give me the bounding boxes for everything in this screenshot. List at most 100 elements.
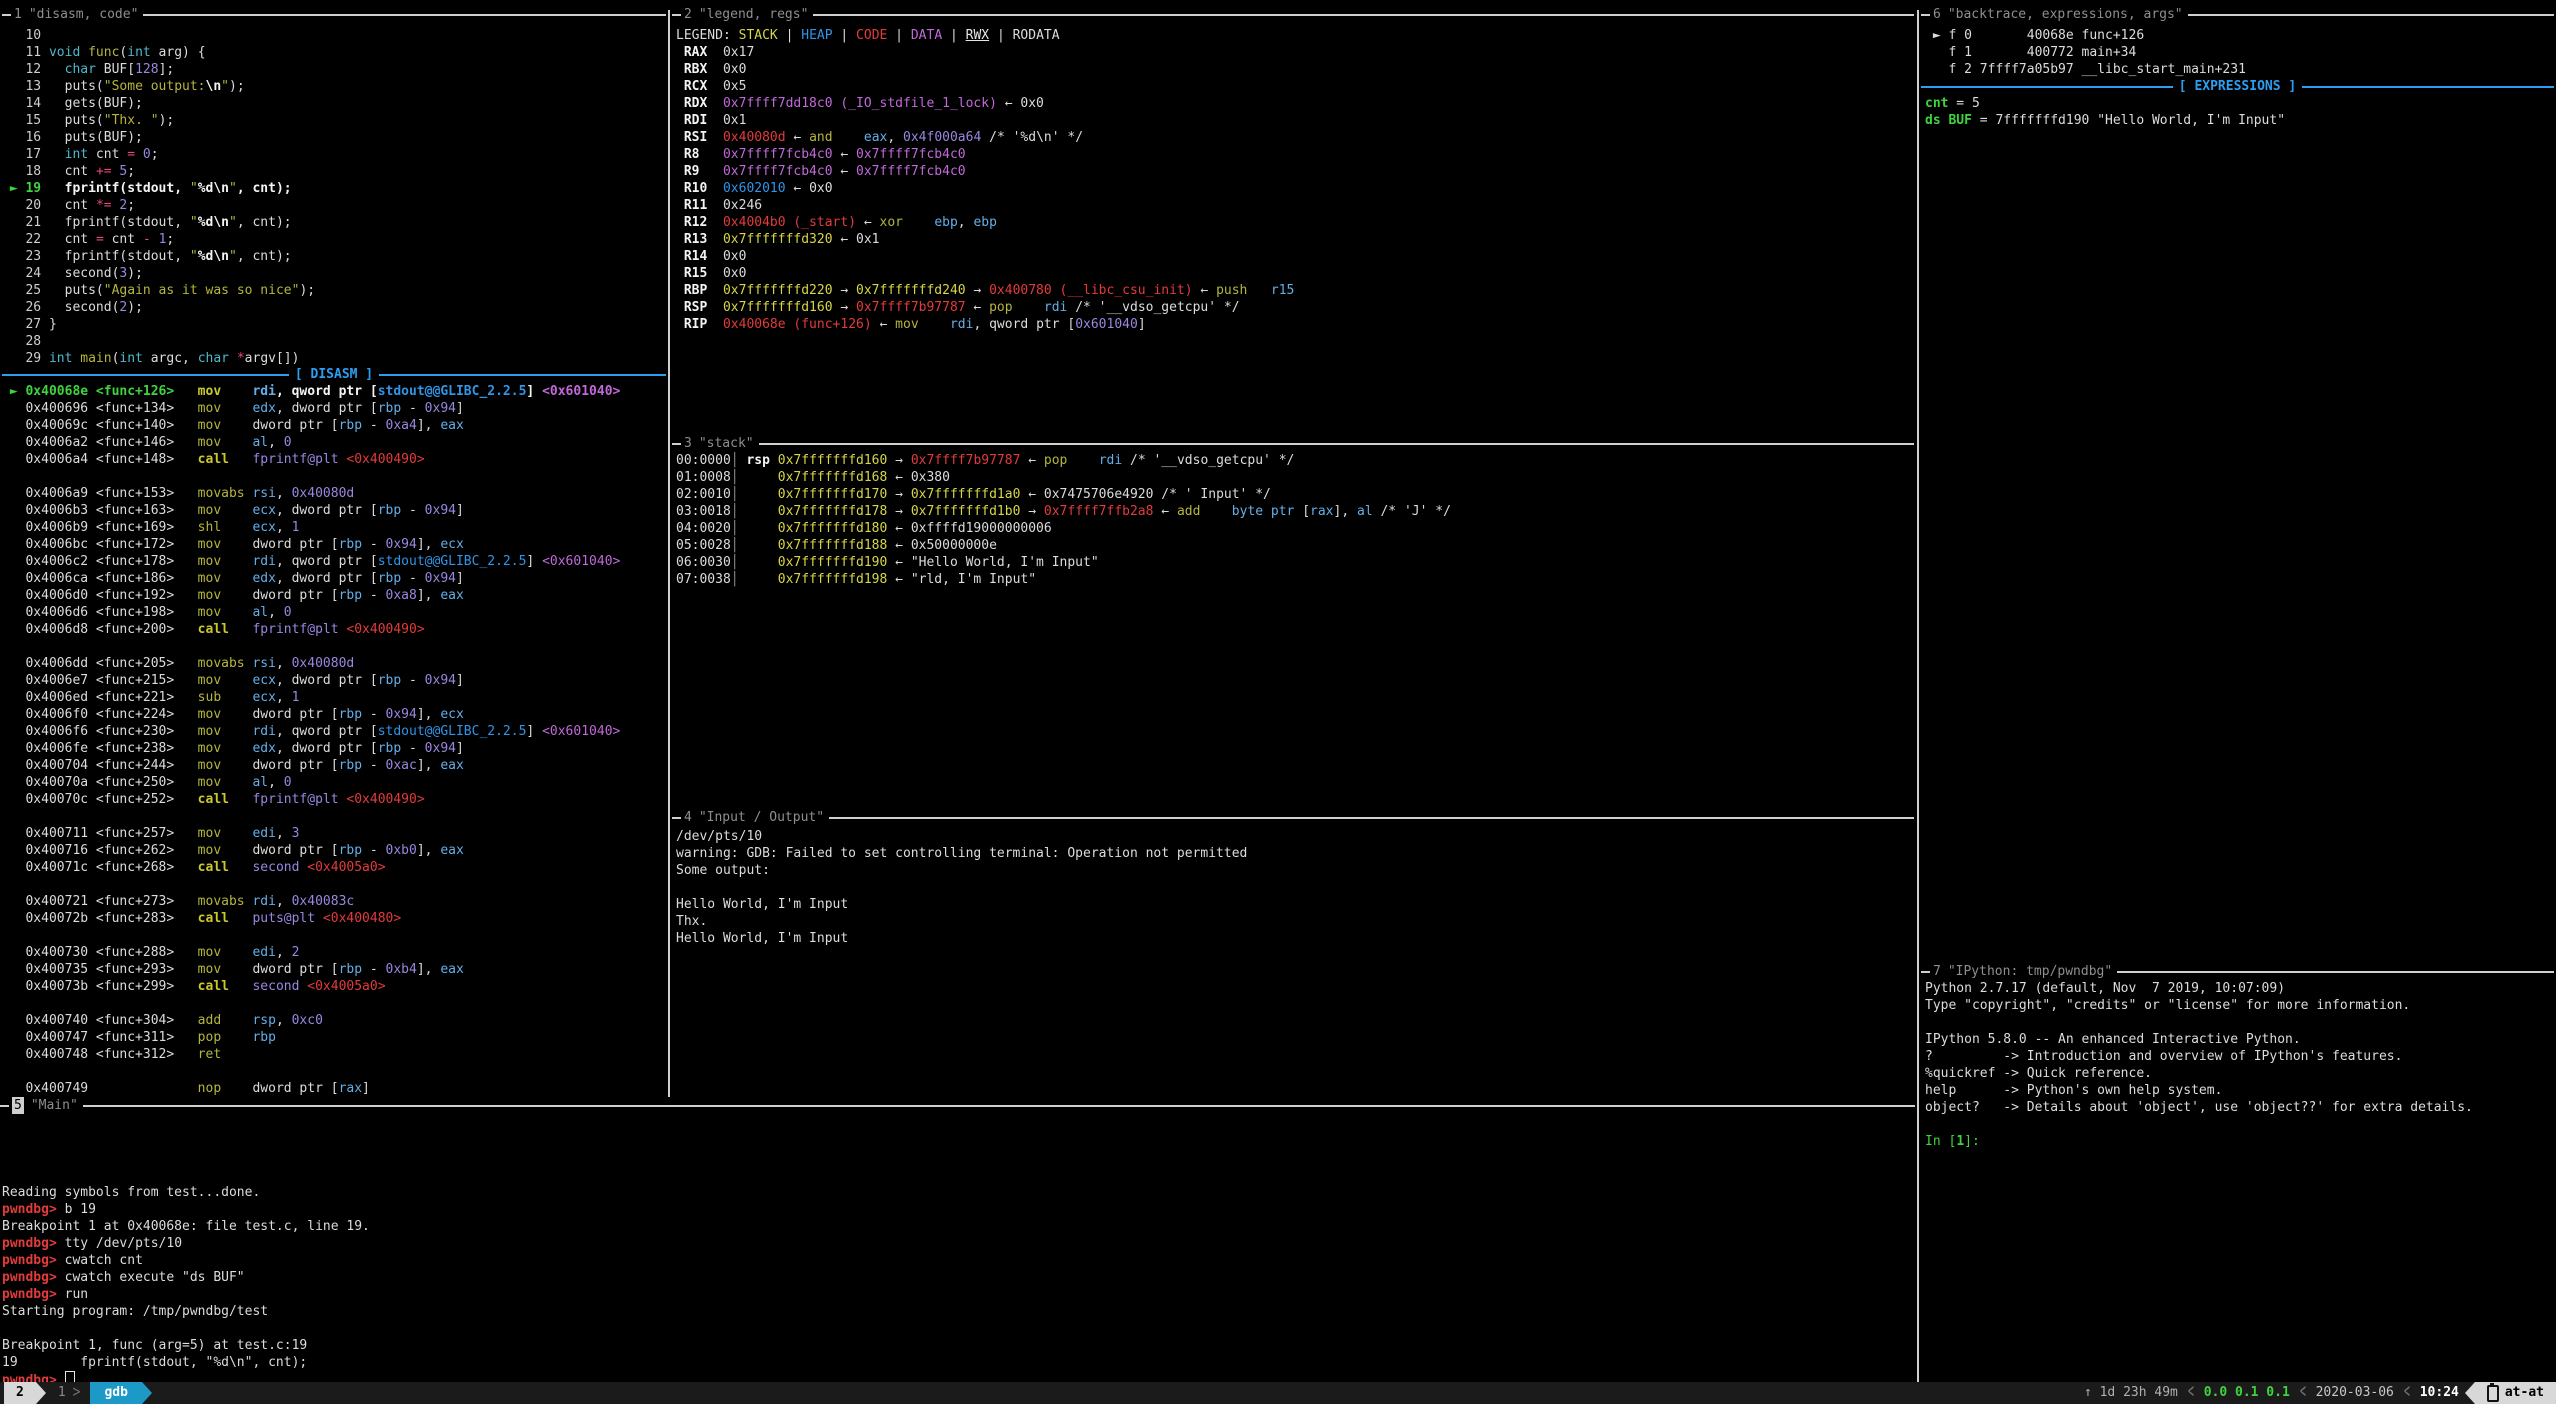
- text-segment: ]: [456, 571, 464, 586]
- text-segment: stdout@@GLIBC_2.2.5: [378, 724, 527, 739]
- pane-border-vertical-right[interactable]: [1917, 10, 1919, 1382]
- text-segment: edi: [252, 826, 275, 841]
- text-segment: rbp: [339, 588, 362, 603]
- stack-line: 04:0020│ 0x7fffffffd180 ← 0xffffd1900000…: [676, 520, 1914, 537]
- io-pane[interactable]: /dev/pts/10warning: GDB: Failed to set c…: [676, 828, 1914, 947]
- text-segment: [221, 384, 252, 399]
- registers-pane[interactable]: LEGEND: STACK | HEAP | CODE | DATA | RWX…: [676, 27, 1914, 333]
- text-segment: =: [96, 232, 104, 247]
- text-segment: 15: [2, 113, 49, 128]
- ipython-line: IPython 5.8.0 -- An enhanced Interactive…: [1925, 1031, 2554, 1048]
- load-average: 0.0 0.1 0.1: [2204, 1382, 2290, 1404]
- text-segment: fprintf@plt: [252, 792, 346, 807]
- text-segment: ← "Hello World, I'm Input": [887, 555, 1098, 570]
- text-segment: 0x94: [425, 571, 456, 586]
- text-segment: [1013, 300, 1044, 315]
- text-segment: ←: [966, 300, 989, 315]
- uptime: ↑ 1d 23h 49m: [2084, 1382, 2178, 1404]
- source-line: 21 fprintf(stdout, "%d\n", cnt);: [2, 214, 666, 231]
- pane-number: 7: [1933, 963, 1941, 980]
- text-segment: R12: [676, 215, 723, 230]
- text-segment: ebp: [973, 215, 996, 230]
- text-segment: RAX: [676, 45, 723, 60]
- pane-border-vertical-left[interactable]: [668, 10, 670, 1097]
- text-segment: ,: [268, 435, 284, 450]
- disasm-line: 0x400747 <func+311> pop rbp: [2, 1029, 666, 1046]
- text-segment: 17: [2, 147, 49, 162]
- text-segment: char: [65, 62, 96, 77]
- disasm-line: 0x40070c <func+252> call fprintf@plt <0x…: [2, 791, 666, 808]
- text-segment: 0: [284, 435, 292, 450]
- text-segment: RSP: [676, 300, 723, 315]
- disasm-section-header: [ DISASM ]: [2, 366, 666, 383]
- register-line: RCX 0x5: [676, 78, 1914, 95]
- disasm-line: 0x40069c <func+140> mov dword ptr [rbp -…: [2, 417, 666, 434]
- text-segment: }: [49, 317, 57, 332]
- text-segment: 2: [292, 945, 300, 960]
- expressions-pane[interactable]: cnt = 5ds BUF = 7fffffffd190 "Hello Worl…: [1925, 95, 2554, 129]
- text-segment: mov: [198, 418, 221, 433]
- text-segment: eax: [864, 130, 887, 145]
- text-segment: ecx: [440, 707, 463, 722]
- ipython-line: [1925, 1014, 2554, 1031]
- text-segment: 0x40073b <func+299>: [2, 979, 198, 994]
- text-segment: 03:0018: [676, 504, 731, 519]
- text-segment: [229, 792, 252, 807]
- source-line: 29 int main(int argc, char *argv[]): [2, 350, 666, 367]
- text-segment: ? -> Introduction and overview of IPytho…: [1925, 1049, 2402, 1064]
- text-segment: 0x400749: [2, 1081, 198, 1096]
- text-segment: -: [401, 673, 424, 688]
- session-indicator[interactable]: 2: [4, 1382, 36, 1404]
- gdb-console-pane[interactable]: Reading symbols from test...done. pwndbg>…: [2, 1184, 1912, 1388]
- gdb-line: Reading symbols from test...done.: [2, 1184, 1912, 1201]
- text-segment: [229, 351, 237, 366]
- text-segment: call: [198, 979, 229, 994]
- text-segment: 0x0: [723, 249, 746, 264]
- text-segment: ],: [417, 588, 440, 603]
- border-dash: [672, 14, 681, 16]
- text-segment: mov: [198, 571, 221, 586]
- text-segment: mov: [198, 724, 221, 739]
- text-segment: 0x601040: [1075, 317, 1138, 332]
- backtrace-frame: ► f 0 40068e func+126: [1925, 27, 2554, 44]
- text-segment: rdi: [252, 724, 275, 739]
- text-segment: -: [401, 571, 424, 586]
- text-segment: 0x0: [723, 62, 746, 77]
- window-name-gdb[interactable]: gdb: [90, 1382, 141, 1404]
- gdb-line: Breakpoint 1 at 0x40068e: file test.c, l…: [2, 1218, 1912, 1235]
- text-segment: [1067, 453, 1098, 468]
- text-segment: rsi: [252, 486, 275, 501]
- text-segment: │: [731, 555, 739, 570]
- text-segment: ,: [276, 945, 292, 960]
- text-segment: 0x94: [425, 741, 456, 756]
- text-segment: Reading symbols from test...done.: [2, 1185, 260, 1200]
- source-code-pane[interactable]: 10 11 void func(int arg) { 12 char BUF[1…: [2, 27, 666, 367]
- text-segment: mov: [198, 707, 221, 722]
- text-segment: RIP: [676, 317, 723, 332]
- text-segment: fprintf@plt: [252, 622, 346, 637]
- text-segment: cnt: [49, 198, 96, 213]
- text-segment: →: [833, 300, 856, 315]
- text-segment: ←: [1153, 504, 1176, 519]
- text-segment: rdi: [1044, 300, 1067, 315]
- border-dash: [672, 817, 681, 819]
- text-segment: stdout@@GLIBC_2.2.5: [378, 384, 527, 399]
- disasm-pane[interactable]: ► 0x40068e <func+126> mov rdi, qword ptr…: [2, 383, 666, 1097]
- ipython-pane[interactable]: Python 2.7.17 (default, Nov 7 2019, 10:0…: [1925, 980, 2554, 1150]
- backtrace-pane[interactable]: ► f 0 40068e func+126 f 1 400772 main+34…: [1925, 27, 2554, 78]
- disasm-line: 0x4006c2 <func+178> mov rdi, qword ptr […: [2, 553, 666, 570]
- text-segment: -: [362, 962, 385, 977]
- stack-pane[interactable]: 00:0000│ rsp 0x7fffffffd160 → 0x7ffff7b9…: [676, 452, 1914, 588]
- text-segment: Hello World, I'm Input: [676, 897, 848, 912]
- source-line: 26 second(2);: [2, 299, 666, 316]
- gdb-line: pwndbg> run: [2, 1286, 1912, 1303]
- text-segment: add: [198, 1013, 221, 1028]
- text-segment: =: [127, 147, 135, 162]
- text-segment: 1: [292, 520, 300, 535]
- register-line: RIP 0x40068e (func+126) ← mov rdi, qword…: [676, 316, 1914, 333]
- pane-title-main: 5"Main": [0, 1097, 1915, 1114]
- text-segment: 0x4006c2 <func+178>: [2, 554, 198, 569]
- text-segment: 13: [2, 79, 49, 94]
- text-segment: 0x7ffff7fcb4c0: [856, 164, 966, 179]
- text-segment: ,: [276, 690, 292, 705]
